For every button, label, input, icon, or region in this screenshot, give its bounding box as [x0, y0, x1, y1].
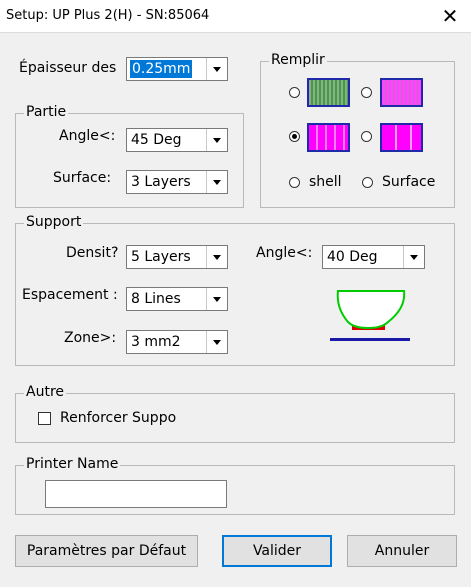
fill-dense-radio[interactable] [289, 87, 300, 98]
support-density-dropdown-button[interactable] [206, 246, 227, 268]
chevron-down-icon [410, 255, 418, 260]
printer-name-legend: Printer Name [24, 456, 121, 472]
support-density-value: 5 Layers [131, 249, 191, 265]
build-plate [330, 338, 410, 341]
chevron-down-icon [213, 340, 221, 345]
title-bar: Setup: UP Plus 2(H) - SN:85064 ✕ [0, 0, 471, 33]
support-spacing-dropdown-button[interactable] [206, 288, 227, 310]
chevron-down-icon [213, 138, 221, 143]
shell-label: shell [309, 174, 342, 190]
autre-legend: Autre [24, 384, 67, 400]
partie-angle-value: 45 Deg [131, 132, 182, 148]
partie-surface-label: Surface: [53, 170, 112, 186]
partie-angle-dropdown-button[interactable] [206, 129, 227, 151]
chevron-down-icon [213, 255, 221, 260]
chevron-down-icon [213, 297, 221, 302]
partie-surface-dropdown-button[interactable] [206, 171, 227, 193]
partie-angle-select[interactable]: 45 Deg [126, 128, 228, 152]
reinforce-support-label: Renforcer Suppo [60, 410, 177, 426]
window-title: Setup: UP Plus 2(H) - SN:85064 [6, 8, 210, 23]
support-zone-value: 3 mm2 [131, 334, 181, 350]
remplir-legend: Remplir [269, 52, 327, 68]
layer-thickness-label: Épaisseur des [19, 60, 117, 76]
support-legend: Support [24, 214, 84, 230]
layer-thickness-value: 0.25mm [130, 60, 193, 78]
support-angle-preview-icon [330, 290, 410, 341]
support-zone-dropdown-button[interactable] [206, 331, 227, 353]
support-angle-value: 40 Deg [327, 249, 378, 265]
chevron-down-icon [213, 67, 221, 72]
layer-thickness-dropdown-button[interactable] [206, 58, 227, 80]
fill-sparse-swatch[interactable] [380, 123, 423, 152]
model-shell [336, 290, 406, 330]
surface-radio[interactable] [362, 177, 373, 188]
support-angle-dropdown-button[interactable] [403, 246, 424, 268]
partie-surface-select[interactable]: 3 Layers [126, 170, 228, 194]
close-icon: ✕ [441, 4, 459, 28]
support-zone-label: Zone>: [64, 330, 117, 346]
printer-name-input[interactable] [45, 480, 227, 508]
fill-sparse-radio[interactable] [361, 131, 372, 142]
surface-label: Surface [382, 174, 436, 190]
close-button[interactable]: ✕ [437, 3, 463, 29]
fill-loose-swatch[interactable] [307, 123, 350, 152]
support-angle-select[interactable]: 40 Deg [322, 245, 425, 269]
support-density-select[interactable]: 5 Layers [126, 245, 228, 269]
partie-legend: Partie [24, 104, 69, 120]
shell-radio[interactable] [289, 177, 300, 188]
reinforce-support-checkbox[interactable] [38, 412, 51, 425]
fill-loose-radio[interactable] [289, 131, 300, 142]
chevron-down-icon [213, 180, 221, 185]
fill-medium-swatch[interactable] [380, 78, 423, 107]
layer-thickness-select[interactable]: 0.25mm [126, 57, 228, 81]
support-angle-label: Angle<: [256, 245, 313, 261]
fill-dense-swatch[interactable] [307, 78, 350, 107]
ok-button[interactable]: Valider [222, 535, 332, 567]
support-density-label: Densit? [66, 245, 119, 261]
radio-selected-dot [292, 134, 297, 139]
partie-surface-value: 3 Layers [131, 174, 191, 190]
support-zone-select[interactable]: 3 mm2 [126, 330, 228, 354]
partie-angle-label: Angle<: [59, 128, 116, 144]
cancel-button[interactable]: Annuler [347, 535, 457, 567]
fill-medium-radio[interactable] [361, 87, 372, 98]
support-spacing-label: Espacement : [22, 287, 118, 303]
support-spacing-value: 8 Lines [131, 291, 181, 307]
support-spacing-select[interactable]: 8 Lines [126, 287, 228, 311]
defaults-button[interactable]: Paramètres par Défaut [15, 535, 198, 567]
